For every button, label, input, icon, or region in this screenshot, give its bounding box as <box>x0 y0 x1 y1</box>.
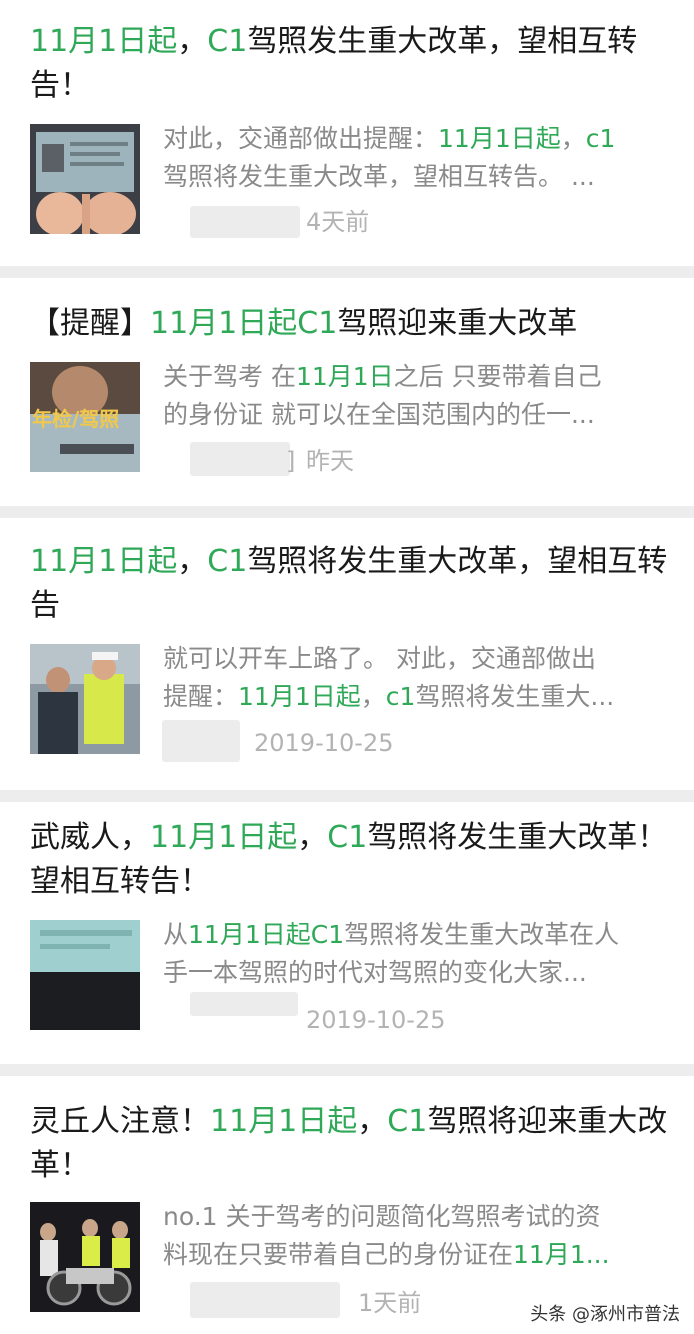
article-title[interactable]: 武威人，11月1日起，C1驾照将发生重大改革！望相互转告！ <box>30 816 670 904</box>
source-fragment: ] <box>286 447 296 475</box>
license-card-photo-icon <box>30 920 140 1030</box>
article-thumbnail[interactable] <box>30 1202 140 1312</box>
traffic-police-photo-icon <box>30 644 140 754</box>
article-snippet: 对此，交通部做出提醒：11月1日起，c1 驾照将发生重大改革，望相互转告。 ..… <box>163 124 616 191</box>
article-title[interactable]: 11月1日起，C1驾照将发生重大改革，望相互转告 <box>30 540 670 628</box>
article-thumbnail[interactable] <box>30 920 140 1030</box>
publish-time: 2019-10-25 <box>306 1006 446 1034</box>
article-card-1[interactable]: 11月1日起，C1驾照发生重大改革，望相互转告！ 对此，交通部做出提醒：11月1… <box>0 0 694 266</box>
article-title[interactable]: 灵丘人注意！11月1日起，C1驾照将迎来重大改革！ <box>30 1100 670 1188</box>
article-card-4[interactable]: 武威人，11月1日起，C1驾照将发生重大改革！望相互转告！ 从11月1日起C1驾… <box>0 802 694 1064</box>
motorcycle-night-photo-icon <box>30 1202 140 1312</box>
publish-time: 4天前 <box>306 208 370 236</box>
watermark: 头条 @涿州市普法 <box>530 1304 680 1325</box>
card-separator <box>0 790 694 802</box>
article-card-5[interactable]: 灵丘人注意！11月1日起，C1驾照将迎来重大改革！ no.1 关于驾考的问题简化… <box>0 1076 694 1334</box>
card-separator <box>0 1064 694 1076</box>
svg-text:年检/驾照: 年检/驾照 <box>32 407 119 431</box>
article-thumbnail[interactable] <box>30 644 140 754</box>
article-snippet: no.1 关于驾考的问题简化驾照考试的资 料现在只要带着自己的身份证在11月1.… <box>163 1202 610 1269</box>
publish-time: 2019-10-25 <box>254 729 394 757</box>
article-snippet: 关于驾考 在11月1日之后 只要带着自己 的身份证 就可以在全国范围内的任一..… <box>163 362 602 429</box>
license-banner-photo-icon: 年检/驾照 <box>30 362 140 472</box>
source-name-blurred <box>190 442 290 476</box>
card-separator <box>0 266 694 278</box>
card-separator <box>0 506 694 518</box>
article-card-3[interactable]: 11月1日起，C1驾照将发生重大改革，望相互转告 就可以开车上路了。 对此，交通… <box>0 518 694 790</box>
article-card-2[interactable]: 【提醒】11月1日起C1驾照迎来重大改革 年检/驾照 关于驾考 在11月1日之后… <box>0 278 694 506</box>
source-name-blurred <box>162 720 240 762</box>
article-thumbnail[interactable]: 年检/驾照 <box>30 362 140 472</box>
article-snippet: 从11月1日起C1驾照将发生重大改革在人 手一本驾照的时代对驾照的变化大家... <box>163 920 620 987</box>
source-name-blurred <box>190 992 298 1016</box>
article-title[interactable]: 11月1日起，C1驾照发生重大改革，望相互转告！ <box>30 20 670 108</box>
article-snippet: 就可以开车上路了。 对此，交通部做出 提醒：11月1日起，c1驾照将发生重大..… <box>163 644 615 711</box>
source-name-blurred <box>190 1282 340 1318</box>
source-name-blurred <box>190 206 300 238</box>
driver-license-photo-icon <box>30 124 140 234</box>
publish-time: 1天前 <box>358 1289 422 1317</box>
publish-time: 昨天 <box>306 447 354 475</box>
article-title[interactable]: 【提醒】11月1日起C1驾照迎来重大改革 <box>30 302 670 346</box>
article-thumbnail[interactable] <box>30 124 140 234</box>
